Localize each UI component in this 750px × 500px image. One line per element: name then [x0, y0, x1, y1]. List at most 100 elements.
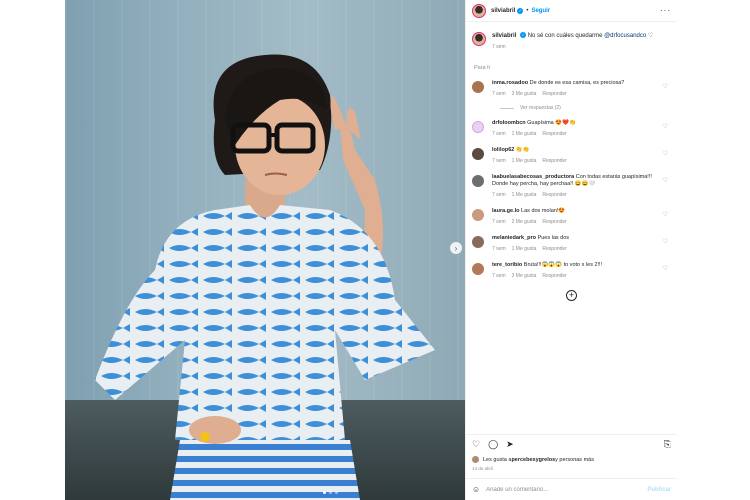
- comment-like-icon[interactable]: ♡: [663, 150, 668, 157]
- add-comment-bar: ☺ Publicar: [466, 478, 677, 500]
- likes-rest[interactable]: y personas más: [555, 457, 594, 463]
- commenter-avatar[interactable]: [472, 81, 484, 93]
- publish-button[interactable]: Publicar: [647, 487, 671, 493]
- comment-like-icon[interactable]: ♡: [663, 177, 668, 184]
- comment-item: melaniedark_pro Pues las dos 7 sem 1 Me …: [472, 235, 671, 253]
- comment-username[interactable]: melaniedark_pro: [492, 235, 536, 241]
- share-icon[interactable]: ➤: [506, 439, 514, 450]
- comment-like-icon[interactable]: ♡: [663, 265, 668, 272]
- comment-username[interactable]: drfoloombcn: [492, 120, 526, 126]
- comment-text: Bruta!!!😱😱😱 to voto x les 2!!!: [523, 262, 603, 268]
- comment-text: De donde es esa camisa, es preciosa?: [529, 80, 625, 86]
- post-date: 14 de abril: [472, 466, 494, 471]
- likes-user[interactable]: percebesygrelos: [511, 457, 555, 463]
- post-actions: ♡ ◯ ➤ ⎘ Les gusta a percebesygrelos y pe…: [466, 434, 677, 471]
- load-more-comments[interactable]: +: [472, 290, 671, 301]
- post-photo[interactable]: [65, 0, 465, 500]
- caption-username[interactable]: silviabril: [492, 33, 516, 39]
- person-figure: [95, 54, 435, 500]
- commenter-avatar[interactable]: [472, 236, 484, 248]
- next-slide-button[interactable]: ›: [450, 242, 462, 254]
- comment-username[interactable]: inma.rosadoo: [492, 80, 528, 86]
- comment-time: 7 sem: [492, 91, 506, 97]
- comment-likes[interactable]: 1 Me gusta: [512, 246, 537, 253]
- view-replies-label[interactable]: Ver respuestas (2): [520, 105, 561, 111]
- caption-time: 7 sem: [492, 44, 506, 50]
- reply-button[interactable]: Responder: [542, 131, 566, 138]
- comment-time: 7 sem: [492, 219, 506, 225]
- comment-item: laabuelasabecosas_productora Con todas e…: [472, 174, 671, 199]
- caption-text: No sé con cuáles quedarme: [527, 33, 605, 39]
- separator-dot: •: [526, 7, 529, 14]
- comment-icon[interactable]: ◯: [488, 439, 498, 450]
- comments-list: inma.rosadoo De donde es esa camisa, es …: [466, 80, 677, 301]
- comment-like-icon[interactable]: ♡: [663, 83, 668, 90]
- commenter-avatar[interactable]: [472, 148, 484, 160]
- comment-item: drfoloombcn Guapísima 😍❤️👏 7 sem 1 Me gu…: [472, 120, 671, 138]
- view-replies[interactable]: Ver respuestas (2): [500, 105, 671, 111]
- caption-mention[interactable]: @drfocusandco: [604, 33, 646, 39]
- likes-summary: Les gusta a percebesygrelos y personas m…: [472, 456, 671, 463]
- caption-avatar[interactable]: [472, 32, 486, 46]
- plus-circle-icon[interactable]: +: [566, 290, 577, 301]
- comment-likes[interactable]: 2 Me gusta: [512, 219, 537, 226]
- liker-avatar[interactable]: [472, 456, 479, 463]
- comment-username[interactable]: laura.ge.lo: [492, 208, 520, 214]
- comment-input[interactable]: [486, 486, 637, 493]
- chevron-right-icon: ›: [454, 243, 458, 253]
- caption-body: silviabril ✓ No sé con cuáles quedarme @…: [492, 32, 653, 51]
- comment-text: Las dos molan!😍: [521, 208, 566, 214]
- emoji-icon[interactable]: ☺: [472, 485, 480, 494]
- reply-button[interactable]: Responder: [542, 246, 566, 253]
- commenter-avatar[interactable]: [472, 175, 484, 187]
- carousel-dots: [323, 491, 338, 494]
- comment-item: inma.rosadoo De donde es esa camisa, es …: [472, 80, 671, 98]
- reply-button[interactable]: Responder: [542, 219, 566, 226]
- caption-heart: ♡: [647, 33, 654, 39]
- comment-like-icon[interactable]: ♡: [663, 238, 668, 245]
- like-icon[interactable]: ♡: [472, 439, 480, 450]
- comment-item: lolilop62 👏👏 7 sem 1 Me gusta Responder …: [472, 147, 671, 165]
- comment-time: 7 sem: [492, 158, 506, 164]
- comment-username[interactable]: laabuelasabecosas_productora: [492, 174, 574, 180]
- comment-username[interactable]: tere_toribio: [492, 262, 522, 268]
- commenter-avatar[interactable]: [472, 209, 484, 221]
- verified-badge-icon: ✓: [517, 7, 524, 14]
- commenter-avatar[interactable]: [472, 263, 484, 275]
- carousel-dot: [323, 491, 326, 494]
- action-bar: ♡ ◯ ➤ ⎘: [472, 439, 671, 450]
- comment-text: Pues las dos: [537, 235, 570, 241]
- comment-like-icon[interactable]: ♡: [663, 211, 668, 218]
- comment-likes[interactable]: 3 Me gusta: [512, 273, 537, 280]
- comment-time: 7 sem: [492, 246, 506, 252]
- more-options-icon[interactable]: ···: [660, 6, 671, 15]
- replies-line: [500, 107, 514, 109]
- post-caption: silviabril ✓ No sé con cuáles quedarme @…: [466, 22, 677, 51]
- comment-likes[interactable]: 3 Me gusta: [512, 91, 537, 98]
- reply-button[interactable]: Responder: [542, 192, 566, 199]
- reply-button[interactable]: Responder: [542, 91, 566, 98]
- comment-likes[interactable]: 1 Me gusta: [512, 131, 537, 138]
- reply-button[interactable]: Responder: [542, 158, 566, 165]
- comment-text: 👏👏: [515, 147, 530, 153]
- commenter-avatar[interactable]: [472, 121, 484, 133]
- likes-text: Les gusta a: [483, 456, 512, 463]
- comment-time: 7 sem: [492, 192, 506, 198]
- reply-button[interactable]: Responder: [542, 273, 566, 280]
- comment-likes[interactable]: 1 Me gusta: [512, 192, 537, 199]
- save-icon[interactable]: ⎘: [664, 439, 671, 450]
- author-avatar[interactable]: [472, 3, 486, 18]
- section-label: Para ti: [474, 65, 490, 71]
- comment-item: laura.ge.lo Las dos molan!😍 7 sem 2 Me g…: [472, 208, 671, 226]
- carousel-dot: [335, 491, 338, 494]
- comment-time: 7 sem: [492, 273, 506, 279]
- comment-time: 7 sem: [492, 131, 506, 137]
- follow-button[interactable]: Seguir: [531, 8, 550, 14]
- carousel-dot: [329, 491, 332, 494]
- comment-item: tere_toribio Bruta!!!😱😱😱 to voto x les 2…: [472, 262, 671, 280]
- comment-text: Guapísima 😍❤️👏: [527, 120, 576, 126]
- author-username[interactable]: silviabril: [491, 8, 515, 14]
- comment-username[interactable]: lolilop62: [492, 147, 514, 153]
- comment-likes[interactable]: 1 Me gusta: [512, 158, 537, 165]
- comment-like-icon[interactable]: ♡: [663, 123, 668, 130]
